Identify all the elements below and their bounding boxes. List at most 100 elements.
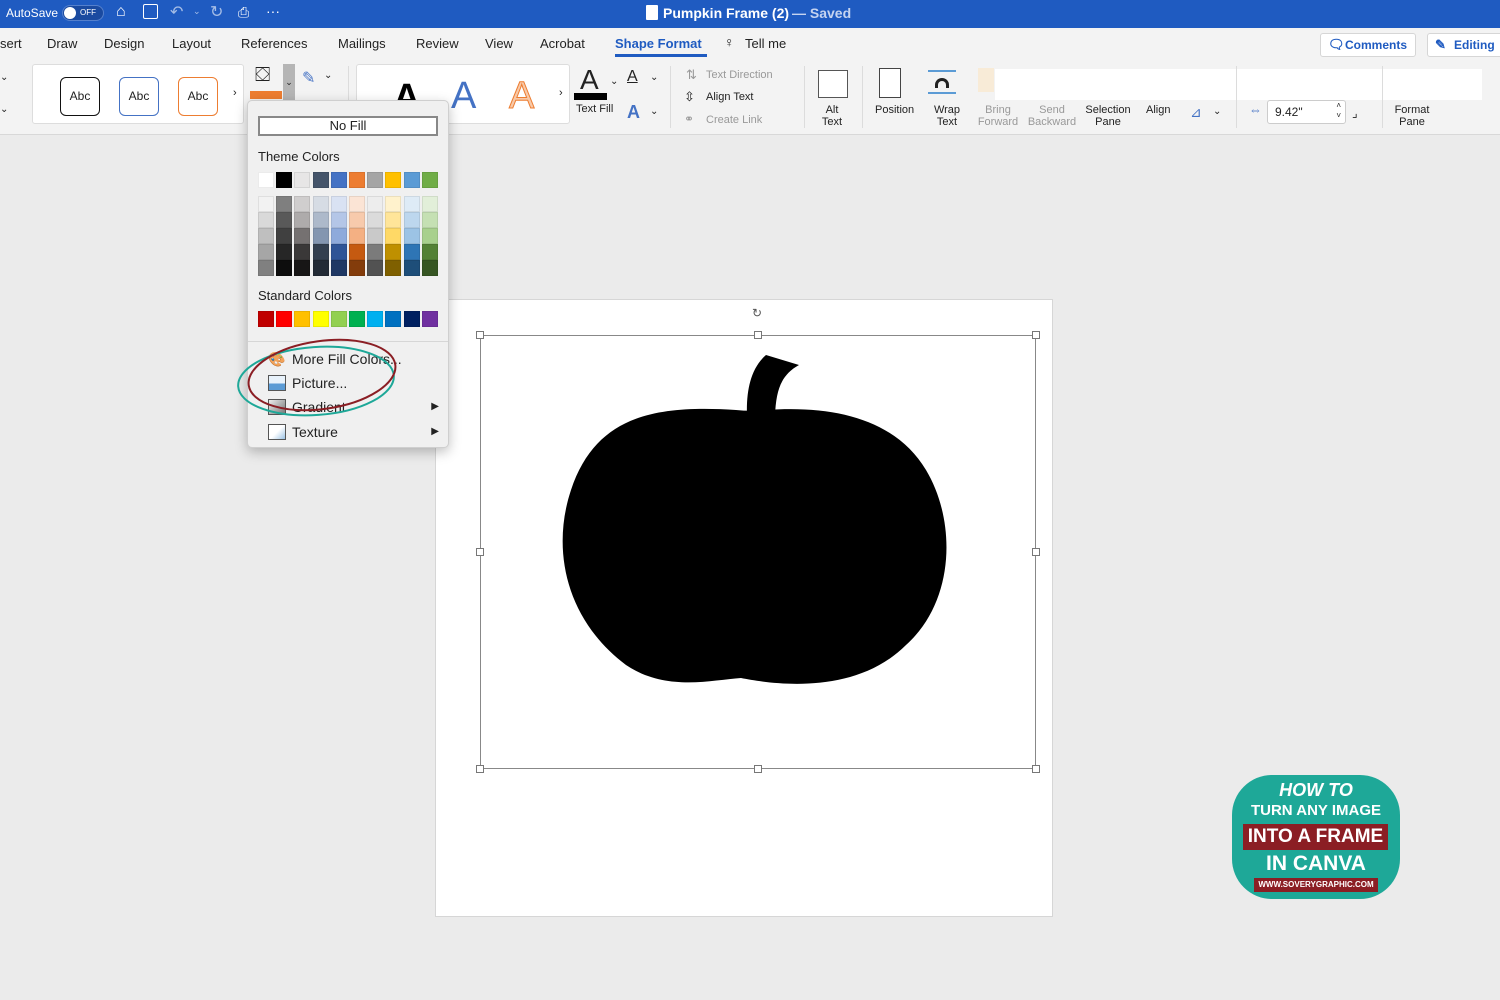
- resize-handle[interactable]: [476, 548, 484, 556]
- theme-shade-swatch[interactable]: [367, 212, 384, 228]
- stepper-icon[interactable]: ˄ ˅: [1336, 101, 1341, 121]
- theme-shade-swatch[interactable]: [385, 228, 402, 244]
- theme-shade-swatch[interactable]: [367, 196, 384, 212]
- align-button[interactable]: Align: [1146, 104, 1170, 116]
- standard-color-swatch[interactable]: [403, 311, 420, 327]
- tab-mailings[interactable]: Mailings: [338, 36, 386, 51]
- chevron-down-icon[interactable]: ⌄: [0, 104, 8, 115]
- theme-shade-swatch[interactable]: [276, 228, 293, 244]
- resize-handle[interactable]: [754, 331, 762, 339]
- theme-shade-swatch[interactable]: [294, 244, 311, 260]
- standard-color-swatch[interactable]: [258, 311, 274, 327]
- chevron-down-icon[interactable]: ⌄: [610, 76, 618, 87]
- chevron-down-icon[interactable]: ⌄: [1213, 106, 1221, 117]
- theme-shade-swatch[interactable]: [367, 260, 384, 276]
- text-outline-icon[interactable]: A: [627, 68, 638, 86]
- theme-shade-swatch[interactable]: [349, 228, 365, 244]
- home-icon[interactable]: ⌂: [116, 3, 126, 21]
- theme-shade-swatch[interactable]: [349, 212, 365, 228]
- redo-icon[interactable]: ↻: [210, 2, 223, 22]
- selection-pane-button[interactable]: Selection Pane: [1082, 104, 1134, 128]
- theme-shade-swatch[interactable]: [312, 228, 329, 244]
- theme-shade-swatch[interactable]: [403, 196, 420, 212]
- theme-shade-swatch[interactable]: [276, 212, 293, 228]
- chevron-down-icon[interactable]: ⌄: [650, 72, 658, 83]
- resize-handle[interactable]: [476, 331, 484, 339]
- document-page[interactable]: ↻: [435, 299, 1053, 917]
- theme-color-swatch[interactable]: [330, 172, 347, 188]
- chevron-down-icon[interactable]: ⌄: [0, 72, 8, 83]
- tab-layout[interactable]: Layout: [172, 36, 211, 51]
- autosave-toggle[interactable]: OFF: [62, 5, 104, 21]
- align-text-button[interactable]: Align Text: [706, 91, 754, 103]
- wrap-text-button[interactable]: Wrap Text: [930, 104, 964, 128]
- theme-shade-swatch[interactable]: [258, 228, 274, 244]
- theme-color-swatch[interactable]: [349, 172, 365, 188]
- more-icon[interactable]: ···: [266, 3, 280, 19]
- standard-color-swatch[interactable]: [349, 311, 365, 327]
- theme-shade-swatch[interactable]: [312, 260, 329, 276]
- position-button[interactable]: Position: [875, 104, 914, 116]
- create-link-button[interactable]: Create Link: [706, 114, 762, 126]
- wordart-style-orange[interactable]: A: [508, 75, 534, 118]
- shape-width-input[interactable]: 9.42" ˄ ˅: [1267, 100, 1346, 124]
- theme-shade-swatch[interactable]: [312, 196, 329, 212]
- tab-tell-me[interactable]: Tell me: [745, 36, 786, 51]
- resize-handle[interactable]: [1032, 331, 1040, 339]
- theme-shade-swatch[interactable]: [330, 228, 347, 244]
- text-fill-button[interactable]: A: [574, 64, 608, 100]
- theme-shade-swatch[interactable]: [330, 260, 347, 276]
- save-icon[interactable]: [143, 4, 158, 19]
- theme-shade-swatch[interactable]: [421, 260, 438, 276]
- theme-shade-swatch[interactable]: [330, 244, 347, 260]
- saved-status[interactable]: — Saved: [792, 5, 851, 21]
- theme-shade-swatch[interactable]: [349, 260, 365, 276]
- theme-shade-swatch[interactable]: [403, 228, 420, 244]
- gallery-more-icon[interactable]: ›: [233, 87, 237, 99]
- standard-color-swatch[interactable]: [330, 311, 347, 327]
- theme-shade-swatch[interactable]: [349, 244, 365, 260]
- chevron-down-icon[interactable]: ⌄: [324, 70, 332, 81]
- tab-design[interactable]: Design: [104, 36, 144, 51]
- theme-shade-swatch[interactable]: [330, 212, 347, 228]
- gallery-more-icon[interactable]: ›: [559, 87, 563, 99]
- theme-shade-swatch[interactable]: [294, 228, 311, 244]
- shape-outline-icon[interactable]: ✎: [302, 68, 315, 88]
- tab-insert[interactable]: sert: [0, 36, 22, 51]
- shape-fill-button[interactable]: ⛋: [250, 64, 282, 100]
- theme-shade-swatch[interactable]: [258, 212, 274, 228]
- theme-shade-swatch[interactable]: [294, 260, 311, 276]
- theme-color-swatch[interactable]: [421, 172, 438, 188]
- theme-shade-swatch[interactable]: [385, 212, 402, 228]
- resize-handle[interactable]: [754, 765, 762, 773]
- theme-shade-swatch[interactable]: [294, 212, 311, 228]
- theme-shade-swatch[interactable]: [276, 244, 293, 260]
- theme-shade-swatch[interactable]: [294, 196, 311, 212]
- undo-dropdown-icon[interactable]: ⌄: [193, 6, 201, 17]
- text-effects-icon[interactable]: A: [627, 102, 640, 123]
- comments-button[interactable]: 🗨 Comments: [1320, 33, 1416, 57]
- standard-color-swatch[interactable]: [276, 311, 293, 327]
- theme-color-swatch[interactable]: [276, 172, 293, 188]
- tab-acrobat[interactable]: Acrobat: [540, 36, 585, 51]
- standard-color-swatch[interactable]: [312, 311, 329, 327]
- standard-color-swatch[interactable]: [367, 311, 384, 327]
- resize-handle[interactable]: [1032, 765, 1040, 773]
- shape-fill-dropdown[interactable]: ⌄: [283, 64, 295, 100]
- shape-style-black[interactable]: Abc: [60, 77, 100, 116]
- theme-shade-swatch[interactable]: [330, 196, 347, 212]
- rotate-handle-icon[interactable]: ↻: [752, 306, 762, 320]
- resize-handle[interactable]: [476, 765, 484, 773]
- theme-color-swatch[interactable]: [403, 172, 420, 188]
- theme-shade-swatch[interactable]: [421, 244, 438, 260]
- theme-shade-swatch[interactable]: [258, 196, 274, 212]
- theme-shade-swatch[interactable]: [312, 212, 329, 228]
- document-title[interactable]: Pumpkin Frame (2): [663, 5, 789, 21]
- tab-view[interactable]: View: [485, 36, 513, 51]
- text-direction-button[interactable]: Text Direction: [706, 69, 773, 81]
- shape-style-orange[interactable]: Abc: [178, 77, 218, 116]
- theme-shade-swatch[interactable]: [258, 244, 274, 260]
- standard-color-swatch[interactable]: [294, 311, 311, 327]
- resize-handle[interactable]: [1032, 548, 1040, 556]
- format-pane-button[interactable]: Format Pane: [1392, 104, 1432, 128]
